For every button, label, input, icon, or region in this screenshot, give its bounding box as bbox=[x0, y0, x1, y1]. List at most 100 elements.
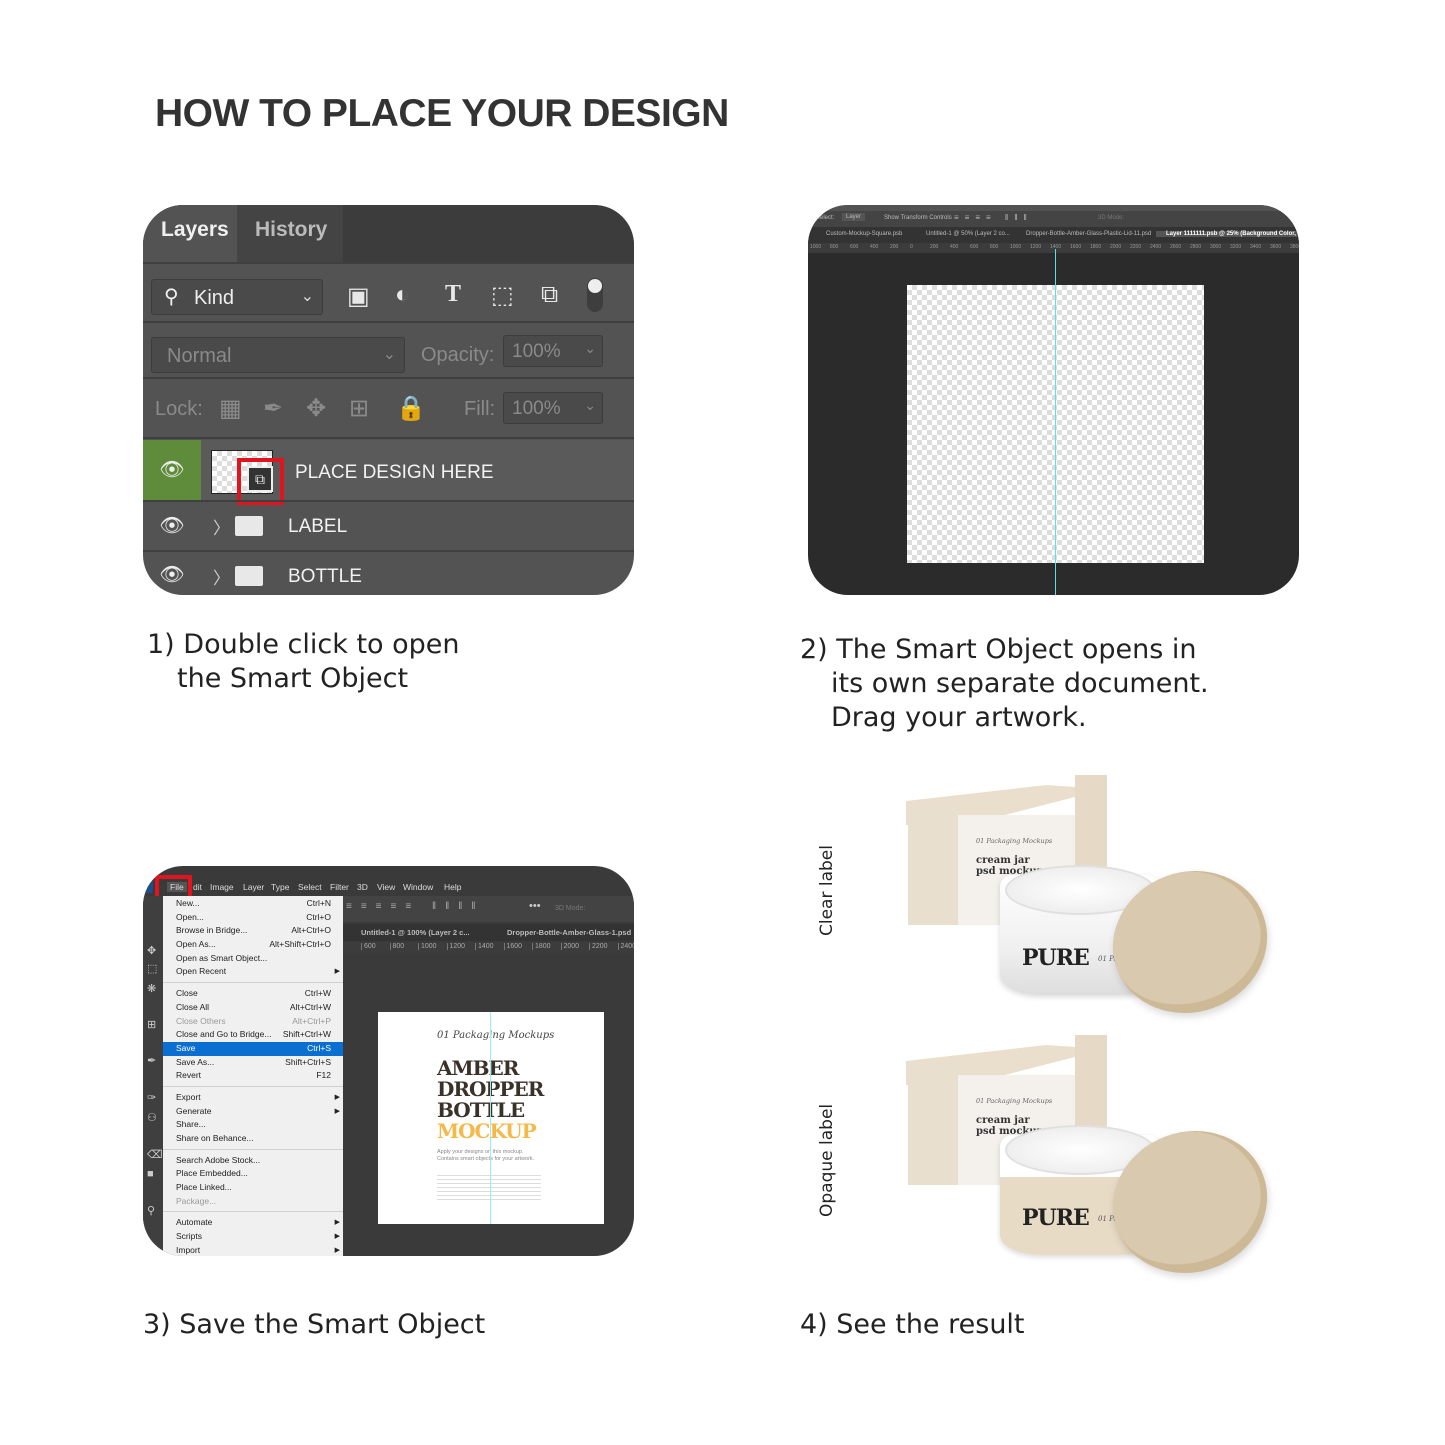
menu-item-export[interactable]: Export ▶ bbox=[163, 1091, 343, 1105]
tab-history[interactable]: History bbox=[237, 205, 343, 262]
menu-item-place-embedded[interactable]: Place Embedded... bbox=[163, 1167, 343, 1181]
select-dropdown[interactable]: Layer bbox=[842, 213, 866, 221]
zoom-tool-icon[interactable]: ⚲ bbox=[147, 1204, 155, 1217]
document-tab[interactable]: Untitled-1 @ 100% (Layer 2 c... bbox=[361, 928, 470, 937]
menu-item-search-adobe-stock[interactable]: Search Adobe Stock... bbox=[163, 1154, 343, 1168]
menu-item-close-others[interactable]: Close Others Alt+Ctrl+P bbox=[163, 1015, 343, 1029]
search-icon: ⚲ bbox=[164, 286, 179, 308]
menu-item-label: Save bbox=[176, 1042, 196, 1053]
menu-view[interactable]: View bbox=[377, 882, 395, 892]
eye-icon[interactable]: 👁 bbox=[143, 552, 201, 595]
stamp-tool-icon[interactable]: ⚇ bbox=[147, 1111, 157, 1124]
filter-toggle[interactable] bbox=[587, 278, 603, 312]
smart-object-icon[interactable]: ⧉ bbox=[541, 281, 558, 309]
crop-tool-icon[interactable]: ⊞ bbox=[147, 1018, 156, 1031]
ruler-tick: 1800 bbox=[1090, 244, 1102, 250]
menu-item-close[interactable]: Close Ctrl+W bbox=[163, 987, 343, 1001]
menu-3d[interactable]: 3D bbox=[357, 882, 368, 892]
menu-item-revert[interactable]: Revert F12 bbox=[163, 1069, 343, 1083]
document-tab[interactable]: Dropper-Bottle-Amber-Glass-Plastic-Lid-1… bbox=[1016, 231, 1161, 237]
blend-mode-dropdown[interactable]: Normal ⌄ bbox=[151, 337, 405, 373]
menu-help[interactable]: Help bbox=[444, 882, 461, 892]
menu-item-label: Share on Behance... bbox=[176, 1133, 254, 1143]
align-icons[interactable]: ≡≡≡≡≡ ‖‖‖‖ bbox=[346, 901, 484, 912]
menu-item-shortcut: Alt+Ctrl+O bbox=[291, 925, 331, 936]
menu-item-automate[interactable]: Automate ▶ bbox=[163, 1216, 343, 1230]
menu-select[interactable]: Select bbox=[298, 882, 322, 892]
chevron-right-icon[interactable]: 〉 bbox=[213, 564, 230, 589]
align-icons[interactable]: ≡≡≡≡ ‖‖‖ bbox=[954, 213, 1033, 222]
menu-window[interactable]: Window bbox=[403, 882, 433, 892]
menu-item-shortcut: Alt+Shift+Ctrl+O bbox=[269, 939, 331, 950]
document-tab[interactable]: Dropper-Bottle-Amber-Glass-1.psd bbox=[507, 928, 631, 937]
ruler-tick: 2200 bbox=[1130, 244, 1142, 250]
type-icon[interactable]: T bbox=[445, 281, 461, 308]
eraser-tool-icon[interactable]: ⌫ bbox=[147, 1148, 163, 1161]
image-icon[interactable]: ▣ bbox=[347, 282, 370, 311]
adjustment-icon[interactable]: ◐ bbox=[395, 281, 410, 309]
more-icon[interactable]: ••• bbox=[529, 900, 541, 912]
ruler-tick: 1000 bbox=[810, 244, 822, 250]
filter-kind-dropdown[interactable]: ⚲ Kind ⌄ bbox=[151, 279, 323, 315]
brush-icon[interactable]: ✒ bbox=[263, 394, 283, 423]
menu-item-browse-in-bridge[interactable]: Browse in Bridge... Alt+Ctrl+O bbox=[163, 924, 343, 938]
lock-transparency-icon[interactable]: ▦ bbox=[219, 394, 242, 423]
menu-item-close-all[interactable]: Close All Alt+Ctrl+W bbox=[163, 1001, 343, 1015]
canvas-subtext: Apply your designs on this mockup. bbox=[437, 1149, 524, 1155]
menu-item-scripts[interactable]: Scripts ▶ bbox=[163, 1230, 343, 1244]
menu-filter[interactable]: Filter bbox=[330, 882, 349, 892]
fill-field[interactable]: 100% ⌄ bbox=[503, 392, 603, 424]
document-tab[interactable]: Untitled-1 @ 50% (Layer 2 co... bbox=[916, 231, 1020, 237]
menu-item-generate[interactable]: Generate ▶ bbox=[163, 1105, 343, 1119]
menu-item-open-as[interactable]: Open As... Alt+Shift+Ctrl+O bbox=[163, 938, 343, 952]
ruler-tick: 1200 bbox=[1030, 244, 1042, 250]
lock-icon[interactable]: 🔒 bbox=[396, 394, 426, 423]
ruler-tick: 2000 bbox=[560, 943, 579, 950]
menu-item-close-and-go-to-bridge[interactable]: Close and Go to Bridge... Shift+Ctrl+W bbox=[163, 1028, 343, 1042]
menu-item-share-on-behance[interactable]: Share on Behance... bbox=[163, 1132, 343, 1146]
menu-item-open-as-smart-object[interactable]: Open as Smart Object... bbox=[163, 952, 343, 966]
move-icon[interactable]: ✥ bbox=[306, 394, 326, 423]
artboard-icon[interactable]: ⊞ bbox=[349, 394, 369, 423]
layer-row-bottle[interactable]: 👁 〉 BOTTLE bbox=[143, 552, 634, 595]
caption-line: 2) The Smart Object opens in bbox=[800, 634, 1197, 665]
menu-item-open[interactable]: Open... Ctrl+O bbox=[163, 911, 343, 925]
brush-tool-icon[interactable]: ✑ bbox=[147, 1091, 156, 1104]
menu-item-place-linked[interactable]: Place Linked... bbox=[163, 1181, 343, 1195]
eye-icon[interactable]: 👁 bbox=[143, 440, 201, 500]
menu-item-label: Generate bbox=[176, 1105, 212, 1116]
lock-label: Lock: bbox=[155, 398, 203, 420]
gradient-tool-icon[interactable]: ■ bbox=[147, 1168, 154, 1180]
guide-line[interactable] bbox=[1055, 249, 1056, 595]
menu-image[interactable]: Image bbox=[210, 882, 234, 892]
menu-item-save-as[interactable]: Save As... Shift+Ctrl+S bbox=[163, 1056, 343, 1070]
document-tab[interactable]: Layer 1111111.psb @ 25% (Background Colo… bbox=[1156, 231, 1299, 237]
menu-item-package[interactable]: Package... bbox=[163, 1195, 343, 1209]
menu-layer[interactable]: Layer bbox=[243, 882, 264, 892]
ruler-tick: 200 bbox=[930, 244, 939, 250]
shape-icon[interactable]: ⬚ bbox=[491, 281, 514, 310]
ruler-tick: 3800 bbox=[1290, 244, 1299, 250]
menu-dit[interactable]: dit bbox=[193, 882, 202, 892]
tab-layers[interactable]: Layers bbox=[143, 205, 237, 262]
marquee-tool-icon[interactable]: ⬚ bbox=[147, 962, 157, 975]
layer-row-place-design[interactable]: 👁 ⧉ PLACE DESIGN HERE bbox=[143, 440, 634, 505]
menu-type[interactable]: Type bbox=[271, 882, 289, 892]
eye-icon[interactable]: 👁 bbox=[143, 502, 201, 550]
menu-item-share[interactable]: Share... bbox=[163, 1118, 343, 1132]
lasso-tool-icon[interactable]: ❋ bbox=[147, 982, 156, 995]
eyedropper-tool-icon[interactable]: ✒ bbox=[147, 1054, 156, 1067]
layer-row-label[interactable]: 👁 〉 LABEL bbox=[143, 502, 634, 550]
menu-item-new[interactable]: New... Ctrl+N bbox=[163, 897, 343, 911]
ruler-tick: 2000 bbox=[1110, 244, 1122, 250]
menu-item-import[interactable]: Import ▶ bbox=[163, 1244, 343, 1256]
menu-item-open-recent[interactable]: Open Recent ▶ bbox=[163, 965, 343, 979]
move-tool-icon[interactable]: ✥ bbox=[147, 944, 156, 957]
document-tab[interactable]: Custom-Mockup-Square.psb bbox=[816, 231, 912, 237]
opacity-field[interactable]: 100% ⌄ bbox=[503, 335, 603, 367]
document-canvas[interactable]: 01 Packaging Mockups AMBER DROPPER BOTTL… bbox=[378, 1012, 604, 1224]
show-transform-checkbox[interactable]: Show Transform Controls bbox=[884, 215, 952, 221]
menu-item-label: Open... bbox=[176, 911, 204, 922]
chevron-right-icon[interactable]: 〉 bbox=[213, 514, 230, 539]
menu-item-save[interactable]: Save Ctrl+S bbox=[163, 1041, 343, 1056]
